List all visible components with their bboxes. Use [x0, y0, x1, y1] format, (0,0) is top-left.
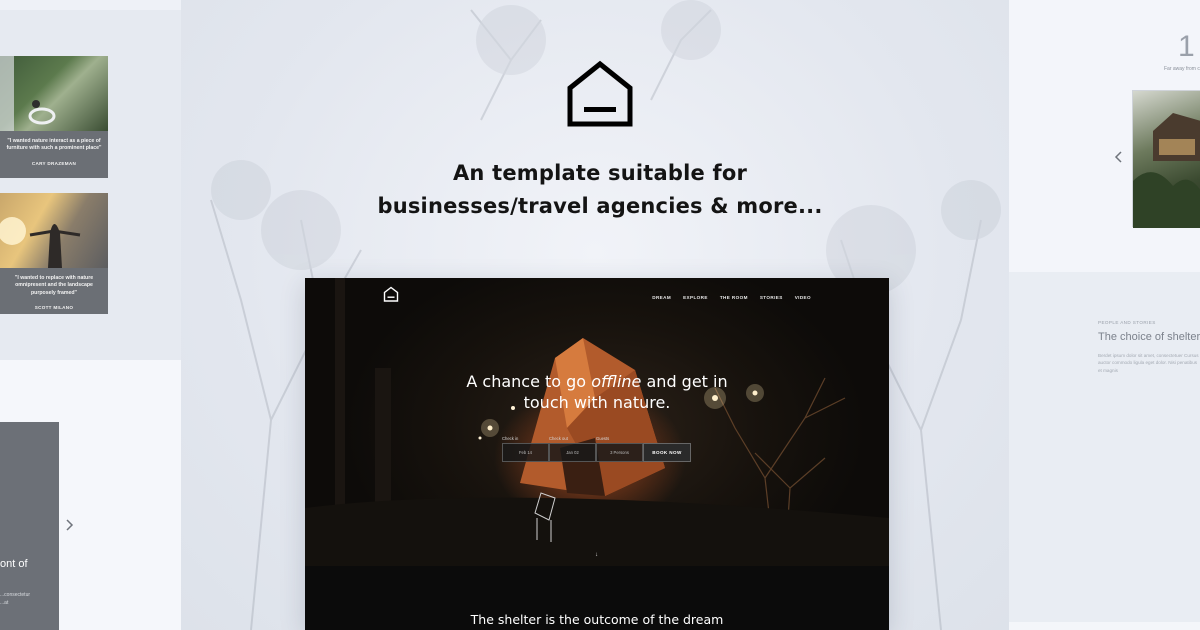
nav-video[interactable]: VIDEO [795, 295, 811, 300]
section-body: Berdet ipsum dolor sit amet, consectetue… [1098, 353, 1199, 373]
hero-text-part: and get in [641, 372, 728, 391]
arrow-down-icon[interactable]: ↓ [595, 552, 598, 558]
booking-fields: Feb 14 Jan 02 3 Persons BOOK NOW [502, 443, 691, 462]
hero-heading: A chance to go offline and get in touch … [305, 371, 889, 413]
testimonial-quote: "I wanted to replace with nature omnipre… [14, 275, 94, 296]
checkout-field[interactable]: Jan 02 [549, 443, 596, 462]
nav-dream[interactable]: DREAM [652, 295, 671, 300]
chevron-left-icon[interactable] [1114, 150, 1124, 169]
house-logo-icon [567, 60, 633, 127]
nav-explore[interactable]: EXPLORE [683, 295, 708, 300]
slide-number: 1 [1178, 30, 1195, 63]
hero-line-1: A chance to go offline and get in [305, 371, 889, 392]
hero-text-italic: offline [591, 372, 642, 391]
slide-caption: Far away from c [1164, 66, 1200, 72]
page-headline: An template suitable for businesses/trav… [300, 157, 900, 223]
slider-card-text-line: ...consectetur [0, 592, 31, 598]
testimonial-author: CARY DRAZEMAN [31, 160, 77, 166]
slider-card-title: ont of [0, 558, 28, 570]
testimonial-quote: "I wanted nature interact as a piece of … [6, 138, 102, 152]
website-mockup: DREAM EXPLORE THE ROOM STORIES VIDEO A c… [305, 278, 889, 630]
slider-card: ont of ...consectetur ...at [0, 422, 59, 630]
tent-scene [305, 278, 889, 566]
checkin-field[interactable]: Feb 14 [502, 443, 549, 462]
slider-card-text-line: ...at [0, 599, 9, 606]
slider-card-text: ...consectetur ...at [0, 592, 30, 607]
section-title: The choice of shelter [1098, 331, 1200, 343]
sunset-photo [0, 193, 108, 268]
testimonial-card: "I wanted nature interact as a piece of … [0, 56, 108, 178]
testimonial-author: SCOTT MILANO [34, 304, 74, 310]
checkin-label: Check in [502, 436, 519, 441]
section-label: PEOPLE AND STORIES [1098, 320, 1156, 325]
house-logo-icon[interactable] [383, 286, 399, 302]
guests-field[interactable]: 3 Persons [596, 443, 643, 462]
testimonial-card: "I wanted to replace with nature omnipre… [0, 193, 108, 314]
chevron-right-icon[interactable] [65, 518, 75, 537]
hero-text-part: A chance to go [466, 372, 592, 391]
waterfall-photo [0, 56, 108, 131]
guests-label: Guests [596, 436, 610, 441]
section-heading: The shelter is the outcome of the dream [470, 612, 724, 627]
hero-section: DREAM EXPLORE THE ROOM STORIES VIDEO A c… [305, 278, 889, 566]
book-now-button[interactable]: BOOK NOW [643, 443, 691, 462]
headline-line: An template suitable for [452, 161, 748, 185]
mock-nav: DREAM EXPLORE THE ROOM STORIES VIDEO [652, 295, 811, 300]
treehouse-photo [1132, 90, 1200, 228]
nav-the-room[interactable]: THE ROOM [720, 295, 748, 300]
checkout-label: Check out [549, 436, 568, 441]
nav-stories[interactable]: STORIES [760, 295, 783, 300]
headline-line: businesses/travel agencies & more... [377, 194, 823, 218]
hero-line-2: touch with nature. [523, 393, 671, 412]
